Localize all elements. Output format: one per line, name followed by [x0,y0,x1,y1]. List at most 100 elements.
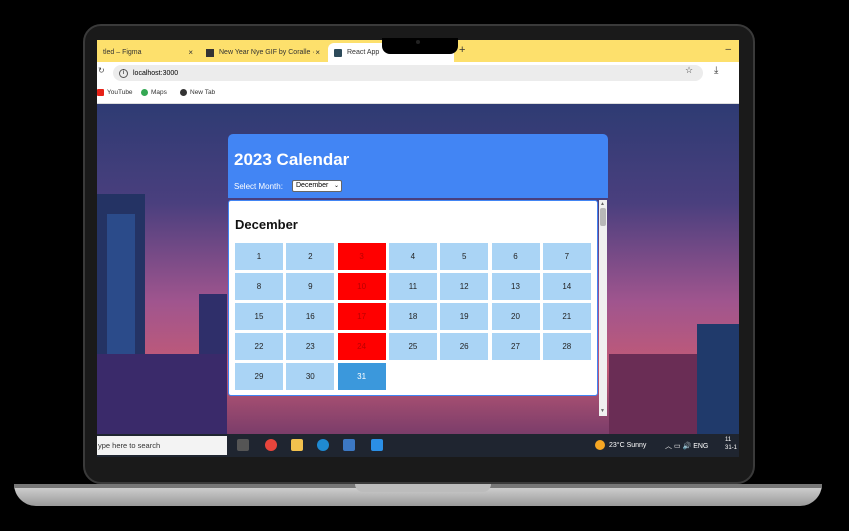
skyline-building [97,354,227,434]
scroll-thumb[interactable] [600,208,606,226]
tab-label: tled – Figma [103,49,142,56]
bookmark-label: YouTube [107,89,133,96]
reload-icon[interactable]: ↻ [98,66,105,75]
calendar-day-9[interactable]: 9 [286,273,335,300]
calendar-body: December 1 2 3 4 5 6 7 8 9 10 11 12 13 14 15 16 17 18 19 20… [228,200,598,396]
volume-icon[interactable]: 🔊 [683,443,692,450]
chrome-icon[interactable] [265,439,277,451]
chevron-up-icon[interactable]: ︿ [665,443,672,450]
calendar-day-1[interactable]: 1 [235,243,283,270]
mail-icon[interactable] [343,439,355,451]
chevron-down-icon: ⌄ [333,183,339,189]
taskbar-search-input[interactable]: ype here to search [97,436,227,455]
vscode-icon[interactable] [371,439,383,451]
calendar-day-12[interactable]: 12 [440,273,489,300]
sun-icon [595,440,605,450]
info-icon[interactable]: i [119,68,128,78]
month-select-value: December [296,182,329,189]
calendar-day-22[interactable]: 22 [235,333,283,360]
globe-icon [180,89,187,96]
camera-notch [382,38,458,54]
calendar-day-2[interactable]: 2 [286,243,335,270]
language-indicator[interactable]: ENG [693,443,708,450]
scrollbar[interactable]: ▲ ▼ [599,200,607,416]
tab-gif[interactable]: New Year Nye GIF by Coralle · × [200,43,326,62]
screen: tled – Figma × New Year Nye GIF by Coral… [97,40,739,457]
battery-icon[interactable]: ▭ [674,443,683,450]
calendar-day-10[interactable]: 10 [337,273,386,300]
month-select[interactable]: December ⌄ [292,180,342,192]
tab-figma[interactable]: tled – Figma × [97,43,199,62]
calendar-day-31[interactable]: 31 [337,363,386,390]
url-text: localhost:3000 [133,69,179,77]
taskbar: ype here to search 23°C Sunny ︿ ▭ 🔊 ENG … [97,434,739,457]
laptop-base-notch [355,484,491,492]
task-view-icon[interactable] [237,439,249,451]
bookmark-label: New Tab [190,89,216,96]
edge-icon[interactable] [317,439,329,451]
page-background: 2023 Calendar Select Month: December ⌄ D… [97,104,739,434]
calendar-widget: 2023 Calendar Select Month: December ⌄ D… [228,134,608,434]
calendar-day-28[interactable]: 28 [542,333,591,360]
calendar-day-5[interactable]: 5 [440,243,489,270]
calendar-day-11[interactable]: 11 [388,273,437,300]
file-explorer-icon[interactable] [291,439,303,451]
weather-widget[interactable]: 23°C Sunny [595,440,646,450]
month-heading: December [235,217,298,232]
calendar-day-4[interactable]: 4 [388,243,437,270]
calendar-day-21[interactable]: 21 [542,303,591,330]
calendar-day-7[interactable]: 7 [542,243,591,270]
close-icon[interactable]: × [315,48,320,57]
page-title: 2023 Calendar [234,150,350,169]
bookmark-youtube[interactable]: YouTube [97,89,133,96]
react-favicon-icon [334,48,342,57]
maps-pin-icon [141,89,148,96]
calendar-day-30[interactable]: 30 [286,363,335,390]
calendar-day-3[interactable]: 3 [337,243,386,270]
tab-label: New Year Nye GIF by Coralle · [219,49,315,56]
skyline-building [697,324,739,434]
calendar-day-19[interactable]: 19 [440,303,489,330]
search-placeholder: ype here to search [98,441,161,450]
calendar-day-14[interactable]: 14 [542,273,591,300]
calendar-day-18[interactable]: 18 [388,303,437,330]
calendar-day-25[interactable]: 25 [388,333,437,360]
youtube-icon [97,89,104,96]
calendar-day-13[interactable]: 13 [491,273,540,300]
laptop-frame: tled – Figma × New Year Nye GIF by Coral… [0,0,849,531]
bookmark-maps[interactable]: Maps [141,89,167,96]
calendar-day-24[interactable]: 24 [337,333,386,360]
calendar-day-15[interactable]: 15 [235,303,283,330]
camera-icon [416,40,420,44]
calendar-day-20[interactable]: 20 [491,303,540,330]
url-input[interactable]: i localhost:3000 [113,65,703,81]
clock-time: 11 [725,437,732,443]
system-tray[interactable]: ︿ ▭ 🔊 ENG [665,441,708,451]
calendar-day-26[interactable]: 26 [440,333,489,360]
download-icon[interactable]: ⤓ [714,65,718,76]
weather-text: 23°C Sunny [609,441,647,449]
calendar-day-29[interactable]: 29 [235,363,283,390]
bookmarks-bar: YouTube Maps New Tab [97,84,739,104]
minimize-button[interactable]: – [725,44,731,55]
scroll-down-icon[interactable]: ▼ [600,408,605,414]
scroll-up-icon[interactable]: ▲ [600,201,605,207]
giphy-favicon-icon [206,48,214,57]
clock[interactable]: 11 31-1 [725,436,737,452]
new-tab-button[interactable]: + [459,44,465,56]
close-icon[interactable]: × [188,48,193,57]
calendar-day-8[interactable]: 8 [235,273,283,300]
calendar-day-6[interactable]: 6 [491,243,540,270]
bookmark-label: Maps [151,89,167,96]
calendar-day-23[interactable]: 23 [286,333,335,360]
tab-label: React App [347,49,380,56]
calendar-header: 2023 Calendar Select Month: December ⌄ [228,134,608,198]
address-bar: ↻ i localhost:3000 ☆ ⤓ [97,62,739,84]
bookmark-new-tab[interactable]: New Tab [180,89,215,96]
clock-date: 31-1 [725,445,738,451]
calendar-day-17[interactable]: 17 [337,303,386,330]
bookmark-star-icon[interactable]: ☆ [685,65,693,76]
select-month-label: Select Month: [234,182,283,191]
calendar-day-27[interactable]: 27 [491,333,540,360]
calendar-day-16[interactable]: 16 [286,303,335,330]
